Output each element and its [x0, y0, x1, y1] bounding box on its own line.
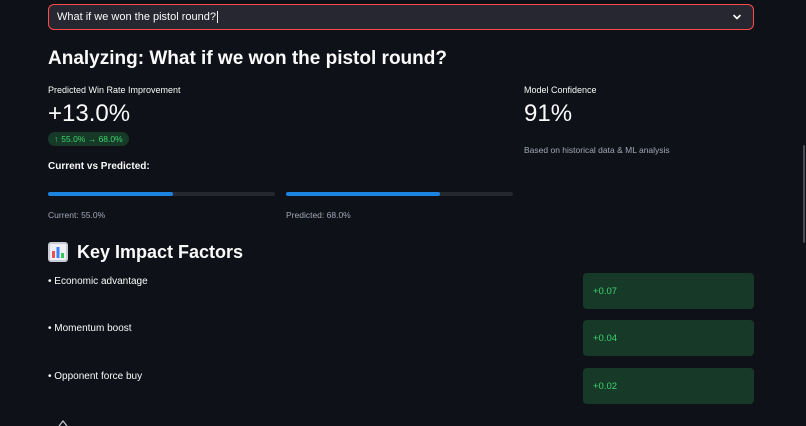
factor-value: +0.04 [593, 332, 618, 344]
chevron-down-icon[interactable] [731, 11, 743, 23]
factor-value-card: +0.04 [583, 320, 754, 356]
current-progress-fill [48, 192, 173, 196]
win-rate-label: Predicted Win Rate Improvement [48, 85, 181, 95]
text-cursor [216, 11, 218, 24]
app-main: What if we won the pistol round? Analyzi… [0, 0, 806, 426]
factor-label: • Momentum boost [48, 323, 132, 334]
predicted-progress-fill [286, 192, 441, 196]
confidence-label: Model Confidence [524, 85, 597, 95]
page-title: Analyzing: What if we won the pistol rou… [48, 48, 447, 69]
current-progress-label: Current: 55.0% [48, 210, 106, 220]
factor-value-card: +0.02 [583, 368, 754, 404]
factor-value-card: +0.07 [583, 273, 754, 309]
comparison-title: Current vs Predicted: [48, 161, 150, 172]
factor-label: • Economic advantage [48, 276, 148, 287]
predicted-progress-bar [286, 192, 513, 196]
win-rate-delta: 55.0% → 68.0% [61, 134, 123, 144]
win-rate-value: +13.0% [48, 100, 131, 127]
question-select-value[interactable]: What if we won the pistol round? [57, 11, 731, 24]
bar-chart-icon [48, 242, 68, 262]
factors-title: Key Impact Factors [77, 241, 244, 262]
win-rate-delta-badge: ↑ 55.0% → 68.0% [48, 132, 129, 146]
factor-label: • Opponent force buy [48, 371, 143, 382]
arrow-up-icon: ↑ [54, 134, 59, 144]
partial-emoji-icon [58, 420, 68, 426]
factors-heading: Key Impact Factors [48, 240, 243, 264]
predicted-progress-label: Predicted: 68.0% [286, 210, 351, 220]
factor-value: +0.07 [593, 285, 618, 297]
confidence-value: 91% [524, 100, 573, 127]
question-select[interactable]: What if we won the pistol round? [48, 4, 754, 30]
current-progress-bar [48, 192, 275, 196]
confidence-caption: Based on historical data & ML analysis [524, 145, 670, 155]
factor-value: +0.02 [593, 380, 618, 392]
scrollbar[interactable] [803, 145, 805, 243]
